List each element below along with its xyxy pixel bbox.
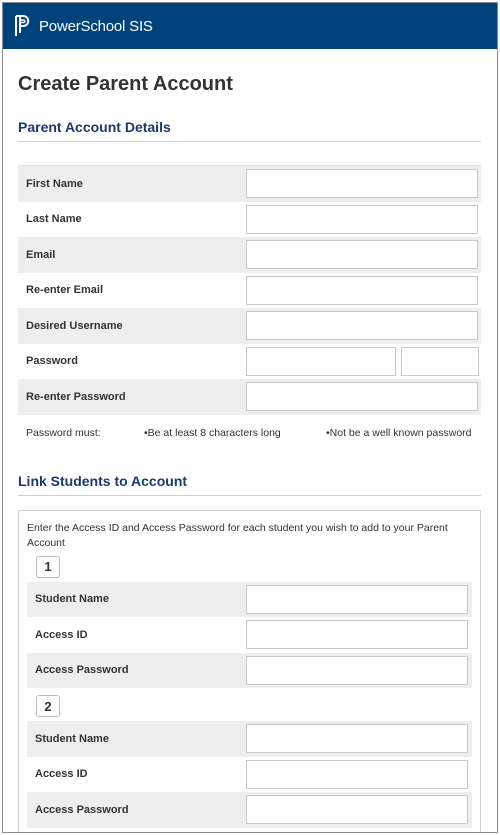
- student-1-access-id-input[interactable]: [246, 620, 468, 650]
- link-students-intro: Enter the Access ID and Access Password …: [27, 521, 448, 549]
- email-input[interactable]: [246, 240, 478, 270]
- reenter-email-row: Re-enter Email: [18, 272, 481, 308]
- password-strength-field[interactable]: [401, 346, 479, 376]
- email-label: Email: [26, 248, 56, 261]
- powerschool-logo-icon: [13, 13, 35, 39]
- reenter-email-label: Re-enter Email: [26, 284, 104, 297]
- top-bar: PowerSchool SIS: [3, 3, 497, 49]
- reenter-password-row: Re-enter Password: [18, 379, 481, 415]
- password-rules-intro: Password must:: [26, 426, 101, 439]
- password-row: Password: [18, 343, 481, 379]
- student-2-header: 2: [27, 695, 472, 717]
- username-input[interactable]: [246, 311, 478, 341]
- last-name-row: Last Name: [18, 201, 481, 237]
- password-input[interactable]: [246, 346, 396, 376]
- password-rules: Password must: •Be at least 8 characters…: [18, 415, 481, 451]
- first-name-label: First Name: [26, 177, 83, 190]
- password-rule-length: •Be at least 8 characters long: [144, 426, 281, 439]
- student-2-access-password-row: Access Password: [27, 792, 472, 828]
- access-id-label: Access ID: [35, 768, 88, 781]
- link-students-heading: Link Students to Account: [18, 473, 481, 496]
- student-1-header: 1: [27, 555, 472, 578]
- student-2-access-id-row: Access ID: [27, 756, 472, 792]
- student-1-name-input[interactable]: [246, 584, 468, 614]
- student-number-badge: 2: [36, 695, 60, 717]
- student-2-name-input[interactable]: [246, 724, 468, 754]
- first-name-row: First Name: [18, 166, 481, 202]
- parent-details-heading: Parent Account Details: [18, 119, 481, 142]
- last-name-input[interactable]: [246, 204, 478, 234]
- page-title: Create Parent Account: [18, 73, 233, 95]
- student-1-name-row: Student Name: [27, 581, 472, 617]
- student-name-label: Student Name: [35, 732, 109, 745]
- student-1-access-password-row: Access Password: [27, 652, 472, 688]
- access-id-label: Access ID: [35, 628, 88, 641]
- reenter-password-label: Re-enter Password: [26, 390, 126, 403]
- reenter-email-input[interactable]: [246, 275, 478, 305]
- browser-frame: PowerSchool SIS Create Parent Account Pa…: [2, 2, 498, 833]
- access-password-label: Access Password: [35, 803, 129, 816]
- student-2-access-id-input[interactable]: [246, 759, 468, 789]
- password-label: Password: [26, 355, 78, 368]
- brand-name: PowerSchool SIS: [39, 17, 153, 35]
- student-2-access-password-input[interactable]: [246, 795, 468, 825]
- parent-details-form: First Name Last Name Email Re-enter Emai…: [18, 165, 481, 451]
- student-2-name-row: Student Name: [27, 721, 472, 757]
- reenter-password-input[interactable]: [246, 382, 478, 412]
- email-row: Email: [18, 237, 481, 273]
- first-name-input[interactable]: [246, 169, 478, 199]
- student-1-access-id-row: Access ID: [27, 617, 472, 653]
- username-row: Desired Username: [18, 308, 481, 344]
- username-label: Desired Username: [26, 319, 123, 332]
- student-name-label: Student Name: [35, 593, 109, 606]
- student-number-badge: 1: [36, 555, 60, 578]
- access-password-label: Access Password: [35, 664, 129, 677]
- last-name-label: Last Name: [26, 213, 82, 226]
- main-content: Create Parent Account Parent Account Det…: [3, 71, 497, 832]
- student-1-access-password-input[interactable]: [246, 655, 468, 685]
- password-rule-known: •Not be a well known password: [326, 426, 472, 439]
- link-students-panel: Enter the Access ID and Access Password …: [18, 509, 481, 832]
